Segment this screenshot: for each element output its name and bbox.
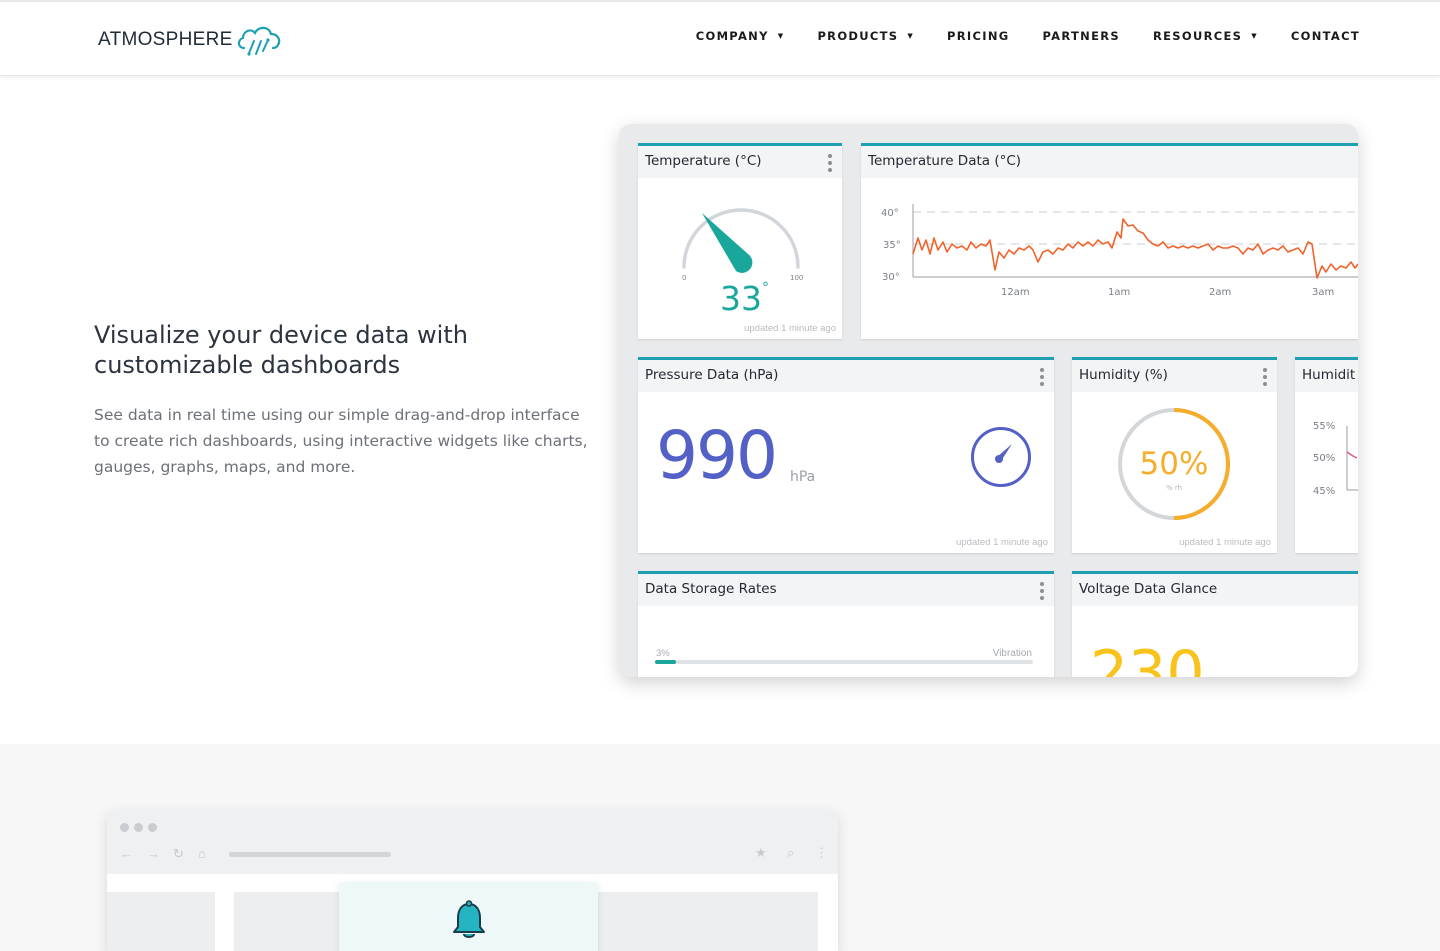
y-tick-label: 55% bbox=[1313, 421, 1335, 432]
voltage-value: 230 bbox=[1090, 638, 1205, 677]
more-options-icon[interactable] bbox=[1040, 582, 1044, 600]
gauge-min-label: 0 bbox=[682, 274, 686, 282]
nav-resources[interactable]: RESOURCES ▼ bbox=[1153, 29, 1258, 43]
card-header: Temperature (°C) bbox=[638, 146, 842, 178]
search-icon: ⌕ bbox=[787, 845, 795, 860]
nav-partners-label: PARTNERS bbox=[1042, 29, 1120, 43]
more-options-icon[interactable] bbox=[1263, 368, 1267, 386]
card-header: Humidit bbox=[1295, 360, 1358, 392]
updated-timestamp: updated 1 minute ago bbox=[956, 537, 1048, 548]
storage-progress-track bbox=[655, 660, 1033, 664]
card-title: Pressure Data (hPa) bbox=[645, 367, 779, 383]
nav-products-label: PRODUCTS bbox=[817, 29, 899, 43]
card-header: Pressure Data (hPa) bbox=[638, 360, 1054, 392]
x-tick-label: 1am bbox=[1108, 287, 1130, 298]
updated-timestamp: updated 1 minute ago bbox=[744, 323, 836, 334]
nav-contact-label: CONTACT bbox=[1290, 29, 1360, 43]
hero-title-line-2: customizable dashboards bbox=[94, 351, 401, 379]
pressure-card: Pressure Data (hPa) 990 hPa updated 1 mi… bbox=[638, 357, 1054, 553]
nav-resources-label: RESOURCES bbox=[1152, 29, 1243, 43]
pressure-value: 990 bbox=[656, 417, 778, 494]
nav-partners[interactable]: PARTNERS bbox=[1043, 29, 1120, 43]
pressure-unit: hPa bbox=[790, 469, 816, 485]
reload-icon: ↻ bbox=[173, 846, 184, 861]
x-tick-label: 2am bbox=[1209, 287, 1231, 298]
forward-arrow-icon: → bbox=[147, 846, 160, 861]
gauge-value: 33 bbox=[720, 279, 762, 318]
menu-icon: ⋮ bbox=[815, 845, 828, 860]
storage-bar-label: Vibration bbox=[992, 648, 1032, 659]
updated-timestamp: updated 1 minute ago bbox=[1179, 537, 1271, 548]
voltage-card: Voltage Data Glance 230 bbox=[1072, 571, 1358, 677]
main-nav: COMPANY ▼ PRODUCTS ▼ PRICING PARTNERS RE… bbox=[663, 29, 1360, 43]
home-icon: ⌂ bbox=[198, 846, 206, 861]
bell-icon bbox=[453, 900, 485, 938]
humidity-chart-card: Humidit 55% 50% 45% bbox=[1295, 357, 1358, 553]
caret-down-icon: ▼ bbox=[777, 32, 785, 40]
more-options-icon[interactable] bbox=[1040, 368, 1044, 386]
cloud-logo-icon bbox=[237, 26, 280, 56]
hero-title-line-1: Visualize your device data with bbox=[94, 321, 468, 349]
window-controls bbox=[120, 823, 162, 832]
nav-contact[interactable]: CONTACT bbox=[1291, 29, 1360, 43]
browser-mockup: ← → ↻ ⌂ ★ ⌕ ⋮ bbox=[107, 810, 838, 951]
card-header: Voltage Data Glance bbox=[1072, 574, 1358, 606]
back-arrow-icon: ← bbox=[120, 846, 133, 861]
x-tick-label: 12am bbox=[1001, 287, 1030, 298]
more-options-icon[interactable] bbox=[828, 154, 832, 172]
y-tick-label: 40° bbox=[881, 208, 899, 219]
storage-progress-fill bbox=[655, 660, 676, 664]
humidity-sublabel: % rh bbox=[1166, 484, 1182, 492]
humidity-line-chart: 55% 50% 45% bbox=[1313, 421, 1358, 497]
sidebar-placeholder bbox=[107, 892, 215, 951]
gauge-max-label: 100 bbox=[790, 274, 803, 282]
temperature-gauge: 0 100 33 ° bbox=[682, 208, 803, 318]
humidity-value: 50% bbox=[1140, 446, 1209, 482]
address-bar bbox=[229, 852, 391, 857]
gauge-unit: ° bbox=[762, 280, 769, 296]
notification-card bbox=[339, 882, 598, 951]
humidity-card: Humidity (%) 50% % rh updated 1 minute a… bbox=[1072, 357, 1277, 553]
caret-down-icon: ▼ bbox=[907, 32, 915, 40]
y-tick-label: 35° bbox=[883, 240, 901, 251]
card-title: Humidity (%) bbox=[1079, 367, 1168, 383]
nav-company-label: COMPANY bbox=[695, 29, 769, 43]
card-header: Data Storage Rates bbox=[638, 574, 1054, 606]
y-tick-label: 50% bbox=[1313, 453, 1335, 464]
dashboard-preview: Temperature (°C) 0 100 33 ° updated 1 mi… bbox=[619, 124, 1358, 677]
logo[interactable]: ATMOSPHERE bbox=[98, 22, 283, 58]
card-title: Temperature Data (°C) bbox=[868, 153, 1022, 169]
humidity-series-line bbox=[1346, 451, 1358, 459]
x-tick-label: 3am bbox=[1312, 287, 1334, 298]
nav-pricing-label: PRICING bbox=[947, 29, 1010, 43]
temperature-series-line bbox=[912, 218, 1358, 279]
humidity-ring-gauge: 50% % rh bbox=[1118, 408, 1230, 520]
hero-description: See data in real time using our simple d… bbox=[94, 406, 588, 476]
card-title: Humidit bbox=[1302, 367, 1356, 383]
card-header: Temperature Data (°C) bbox=[861, 146, 1358, 178]
nav-products[interactable]: PRODUCTS ▼ bbox=[817, 29, 914, 43]
pressure-gauge-icon bbox=[971, 427, 1031, 487]
card-header: Humidity (%) bbox=[1072, 360, 1277, 392]
data-storage-card: Data Storage Rates 3% Vibration bbox=[638, 571, 1054, 677]
logo-wordmark: ATMOSPHERE bbox=[98, 29, 233, 50]
gauge-needle bbox=[702, 213, 753, 273]
nav-pricing[interactable]: PRICING bbox=[947, 29, 1009, 43]
temperature-gauge-card: Temperature (°C) 0 100 33 ° updated 1 mi… bbox=[638, 143, 842, 339]
star-icon: ★ bbox=[755, 845, 767, 860]
card-title: Temperature (°C) bbox=[645, 153, 762, 169]
y-tick-label: 45% bbox=[1313, 486, 1335, 497]
storage-bar-percent: 3% bbox=[656, 648, 670, 659]
card-title: Data Storage Rates bbox=[645, 581, 777, 597]
caret-down-icon: ▼ bbox=[1251, 32, 1258, 40]
hero-title: Visualize your device data with customiz… bbox=[94, 320, 574, 380]
site-header: ATMOSPHERE COMPANY ▼ PRODUCTS ▼ PRICING … bbox=[0, 2, 1440, 76]
nav-company[interactable]: COMPANY ▼ bbox=[696, 29, 785, 43]
card-title: Voltage Data Glance bbox=[1079, 581, 1218, 597]
temperature-chart-card: Temperature Data (°C) 40° 35° 30° 12am 1… bbox=[861, 143, 1358, 339]
y-tick-label: 30° bbox=[882, 272, 900, 283]
temperature-line-chart: 40° 35° 30° 12am 1am 2am 3am bbox=[881, 204, 1358, 298]
